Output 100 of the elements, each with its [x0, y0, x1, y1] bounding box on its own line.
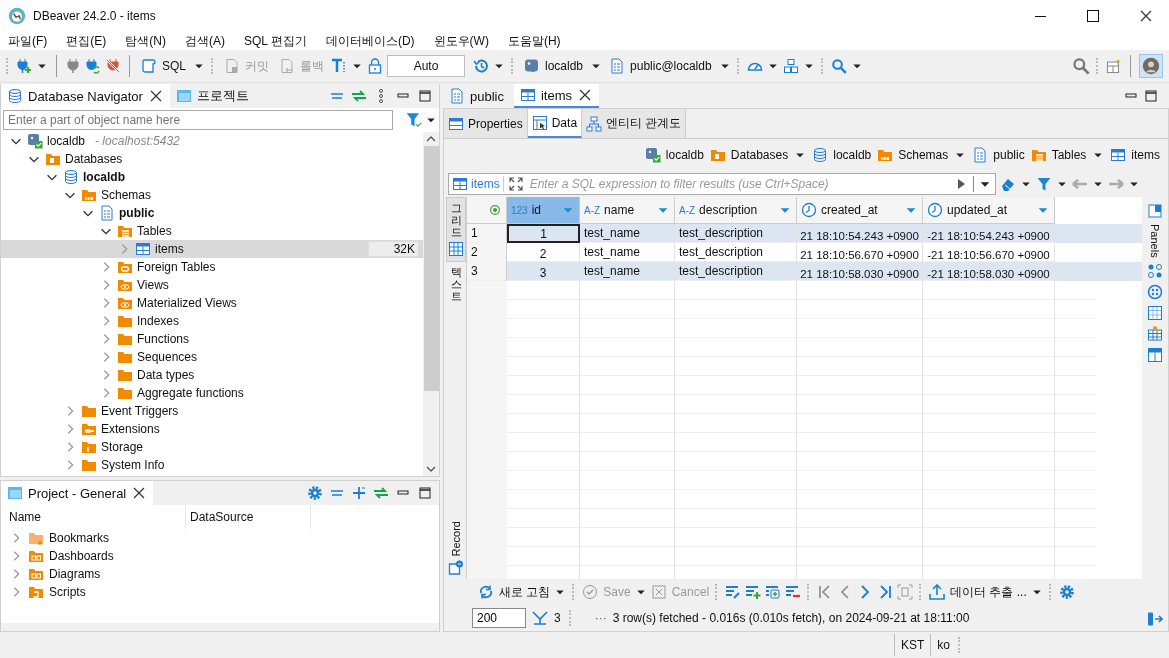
table-row[interactable]: 1 1 test_name test_description 21 18:10:54.243 +0900 -21 18:10:54.243 +0900	[467, 224, 1142, 243]
column-header[interactable]: A-Z description	[675, 197, 797, 224]
tree-item[interactable]: Aggregate functions	[1, 384, 423, 402]
scroll-up-icon[interactable]	[426, 136, 436, 142]
menu-item[interactable]: SQL 편집기	[244, 32, 307, 50]
editor-tab[interactable]: items	[513, 84, 600, 108]
delete-row-icon[interactable]	[785, 584, 802, 600]
tree-item[interactable]: localdb	[1, 168, 423, 186]
view-tab[interactable]: 텍스트	[446, 262, 466, 307]
disconnect-icon[interactable]	[105, 58, 121, 74]
expand-icon[interactable]	[507, 176, 524, 192]
column-header[interactable]: A-Z name	[580, 197, 675, 224]
table-cell[interactable]: test_description	[675, 224, 797, 243]
maximize-view-icon[interactable]	[417, 88, 433, 104]
circle-icon[interactable]	[1147, 283, 1163, 300]
menu-item[interactable]: 검색(A)	[185, 32, 225, 50]
tree-label[interactable]: Diagrams	[49, 567, 101, 581]
perspective-icon[interactable]	[1106, 58, 1122, 74]
side-panel-icon[interactable]	[1147, 611, 1163, 627]
tree-item[interactable]: Foreign Tables	[1, 258, 423, 276]
tree-label[interactable]: Bookmarks	[49, 531, 110, 545]
filter-icon[interactable]	[405, 111, 423, 129]
expand-icon[interactable]	[351, 485, 367, 501]
breadcrumb-item[interactable]: public	[972, 147, 1025, 163]
menu-item[interactable]: 윈도우(W)	[433, 32, 489, 50]
page-icon[interactable]	[897, 584, 914, 600]
menu-item[interactable]: 탐색(N)	[125, 32, 166, 50]
tree-item[interactable]: Schemas	[1, 186, 423, 204]
view-tab[interactable]: 그리드	[446, 197, 466, 263]
tree-item[interactable]: Sequences	[1, 348, 423, 366]
add-row-icon[interactable]	[745, 584, 762, 600]
tree-item[interactable]: Tables	[1, 222, 423, 240]
connection-selector[interactable]: localdb	[521, 56, 587, 76]
layout-icon[interactable]	[1147, 346, 1163, 363]
table-row[interactable]: 3 3 test_name test_description 21 18:10:58.030 +0900 -21 18:10:58.030 +0900	[467, 262, 1142, 281]
copy-row-icon[interactable]	[765, 584, 782, 600]
panels-tab[interactable]: Panels	[1149, 224, 1161, 258]
filter-bar[interactable]: items Enter a SQL expression to filter results (use Ctrl+Space)	[448, 173, 996, 195]
sync-arrows-icon[interactable]	[373, 485, 389, 501]
refresh-button[interactable]: 새로 고침	[478, 583, 551, 601]
tree-item[interactable]: public	[1, 204, 423, 222]
fetch-all-icon[interactable]	[532, 610, 548, 626]
record-tab[interactable]: Record	[446, 516, 466, 579]
avatar-button[interactable]	[1139, 54, 1163, 78]
scroll-down-icon[interactable]	[426, 466, 436, 472]
plug-icon[interactable]	[65, 58, 81, 74]
tree-item[interactable]: Data types	[1, 366, 423, 384]
table-cell[interactable]: 21 18:10:54.243 +0900	[797, 224, 923, 243]
scrollbar[interactable]	[423, 132, 439, 476]
editor-subtab[interactable]: Properties	[444, 109, 528, 138]
column-header[interactable]: DataSource	[186, 505, 311, 529]
breadcrumb-item[interactable]: Schemas	[877, 147, 949, 163]
tree-item[interactable]: items 32K	[1, 240, 423, 258]
lock-icon[interactable]	[367, 58, 383, 74]
panel-tab[interactable]: Database Navigator	[1, 84, 170, 108]
breadcrumb-item[interactable]: localdb	[812, 147, 872, 163]
editor-tab[interactable]: public	[443, 84, 510, 108]
search-icon[interactable]	[830, 58, 847, 74]
panels-icon[interactable]	[1147, 203, 1163, 219]
tree-label[interactable]: Scripts	[49, 585, 86, 599]
edit-row-icon[interactable]	[725, 584, 742, 600]
tree-item[interactable]: localdb - localhost:5432	[1, 132, 423, 150]
boxes-icon[interactable]	[782, 58, 799, 74]
plug-sync-icon[interactable]	[85, 58, 101, 74]
text-format-icon[interactable]	[331, 58, 347, 74]
tree-item[interactable]: Databases	[1, 150, 423, 168]
tree-item[interactable]: Views	[1, 276, 423, 294]
tree-item[interactable]: Materialized Views	[1, 294, 423, 312]
menu-item[interactable]: 파일(F)	[8, 32, 48, 50]
more-button[interactable]: ···	[594, 611, 607, 625]
table-cell[interactable]: 1	[507, 224, 580, 243]
tree-item[interactable]: Storage	[1, 438, 423, 456]
search-icon[interactable]	[1072, 57, 1090, 75]
panel-tab[interactable]: Project - General	[1, 481, 154, 505]
export-button[interactable]: 데이터 추출 ...	[929, 583, 1027, 601]
settings-icon[interactable]	[1058, 584, 1075, 600]
breadcrumb-item[interactable]: items	[1110, 147, 1160, 163]
table-cell[interactable]: test_name	[580, 224, 675, 243]
maximize-view-icon[interactable]	[417, 485, 433, 501]
maximize-view-icon[interactable]	[1143, 88, 1159, 104]
column-header[interactable]: Name	[5, 505, 186, 529]
transaction-mode-field[interactable]: Auto	[387, 55, 465, 77]
search-field[interactable]: Enter a part of object name here	[3, 110, 393, 130]
breadcrumb-item[interactable]: Databases	[709, 147, 789, 163]
column-header[interactable]: 123 id	[507, 197, 580, 224]
grid-icon[interactable]	[1147, 304, 1163, 321]
table-icon[interactable]	[1147, 325, 1163, 342]
sync-arrows-icon[interactable]	[351, 88, 367, 104]
panel-tab[interactable]: 프로젝트	[169, 84, 255, 108]
tree-item[interactable]: Extensions	[1, 420, 423, 438]
menu-item[interactable]: 편집(E)	[66, 32, 107, 50]
table-cell[interactable]: -21 18:10:54.243 +0900	[923, 224, 1055, 243]
menu-item[interactable]: 도움말(H)	[507, 32, 561, 50]
tree-item[interactable]: System Info	[1, 456, 423, 474]
settings-icon[interactable]	[307, 485, 323, 501]
tree-item[interactable]: Functions	[1, 330, 423, 348]
tree-label[interactable]: Dashboards	[49, 549, 114, 563]
column-header[interactable]: created_at	[797, 197, 923, 224]
breadcrumb-item[interactable]: localdb	[644, 147, 704, 163]
sql-button[interactable]: SQL	[138, 56, 189, 76]
